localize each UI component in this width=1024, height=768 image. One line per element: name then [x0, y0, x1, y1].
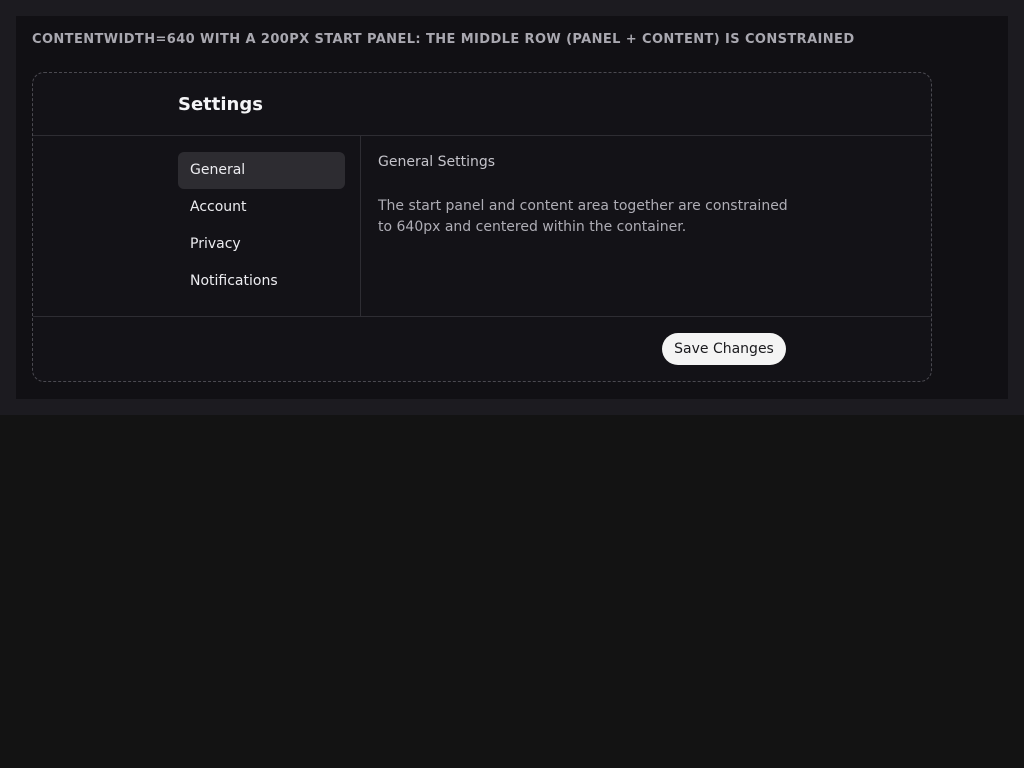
dialog-footer: Save Changes [33, 317, 931, 381]
page-background: CONTENTWIDTH=640 WITH A 200PX START PANE… [0, 0, 1024, 415]
sidebar-item-notifications[interactable]: Notifications [178, 263, 345, 300]
content-description: The start panel and content area togethe… [378, 198, 788, 235]
content-area: General Settings The start panel and con… [378, 154, 798, 238]
page-title: Settings [178, 94, 263, 115]
sidebar-item-privacy[interactable]: Privacy [178, 226, 345, 263]
settings-nav: General Account Privacy Notifications [178, 152, 345, 300]
start-panel: General Account Privacy Notifications [33, 136, 361, 316]
demo-container: CONTENTWIDTH=640 WITH A 200PX START PANE… [16, 16, 1008, 399]
dialog-header: Settings [33, 73, 931, 136]
content-title: General Settings [378, 154, 496, 170]
save-button[interactable]: Save Changes [662, 333, 786, 365]
sidebar-item-account[interactable]: Account [178, 189, 345, 226]
demo-caption: CONTENTWIDTH=640 WITH A 200PX START PANE… [32, 32, 855, 47]
settings-dialog: Settings General Account Privacy Notific… [32, 72, 932, 382]
sidebar-item-general[interactable]: General [178, 152, 345, 189]
dialog-middle-row: General Account Privacy Notifications Ge… [33, 136, 931, 317]
